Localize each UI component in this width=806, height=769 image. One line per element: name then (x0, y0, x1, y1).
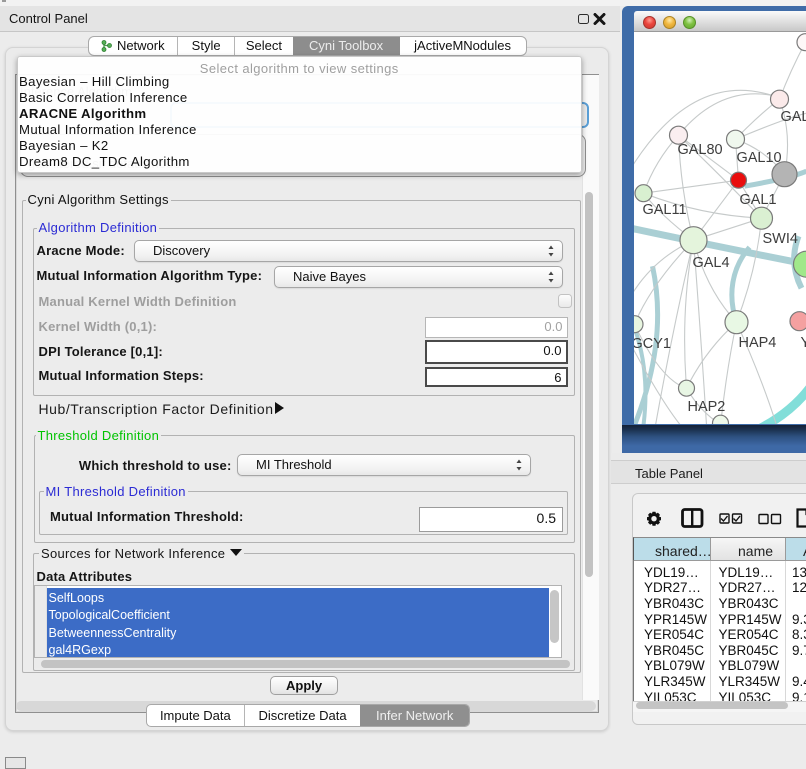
svg-text:HAP4: HAP4 (738, 335, 776, 351)
svg-text:SWI4: SWI4 (762, 231, 797, 247)
svg-text:GAL7: GAL7 (780, 109, 806, 125)
svg-text:GAL4: GAL4 (692, 255, 729, 271)
svg-text:GAL10: GAL10 (736, 150, 781, 166)
svg-text:GCY1: GCY1 (634, 336, 671, 352)
svg-text:GAL1: GAL1 (739, 192, 776, 208)
svg-text:GAL11: GAL11 (642, 202, 686, 218)
svg-text:YL: YL (800, 335, 806, 351)
svg-text:HAP2: HAP2 (687, 399, 725, 415)
svg-text:GAL80: GAL80 (677, 142, 722, 158)
